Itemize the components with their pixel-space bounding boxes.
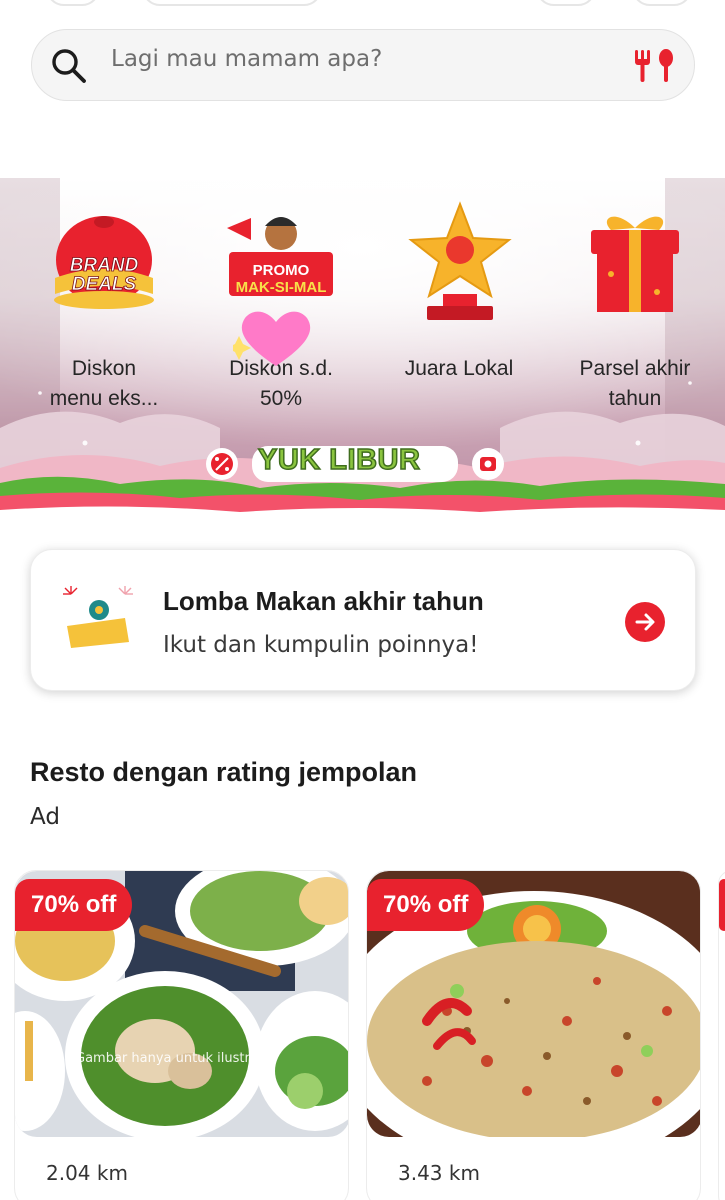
header-button-left[interactable] xyxy=(46,0,100,6)
gift-box-icon xyxy=(591,216,679,312)
discount-badge: 70% off xyxy=(15,879,133,931)
search-icon[interactable] xyxy=(50,47,88,85)
category-label: Juara Lokal xyxy=(404,357,514,380)
header-button-right-2[interactable] xyxy=(632,0,692,6)
discount-badge: 70% off xyxy=(367,879,485,931)
resto-photo: Gambar hanya untuk ilustrasi 70% off xyxy=(15,871,348,1137)
resto-card-peek[interactable] xyxy=(718,870,725,1200)
resto-distance: 2.04 km xyxy=(46,1161,128,1185)
arrow-right-icon xyxy=(635,613,655,631)
promo-art-line-2: MAK-SI-MAL xyxy=(235,279,327,296)
lomba-subtitle: Ikut dan kumpulin poinnya! xyxy=(163,632,479,658)
heart-sparkle-icon xyxy=(233,311,311,366)
resto-photo: 70% off xyxy=(367,871,700,1137)
section-title: Resto dengan rating jempolan xyxy=(30,757,418,787)
brand-deals-line-2: DEALS xyxy=(71,274,137,295)
resto-card[interactable]: 70% off 3.43 km xyxy=(366,870,701,1200)
lomba-arrow-button[interactable] xyxy=(625,602,665,642)
yuk-libur-text: YUK LIBUR xyxy=(257,443,421,477)
header-location-pill[interactable] xyxy=(142,0,322,6)
category-label: Diskon menu eks... xyxy=(49,357,159,410)
trophy-star-icon xyxy=(408,201,512,320)
fireworks-voucher-icon xyxy=(63,586,133,648)
lomba-title: Lomba Makan akhir tahun xyxy=(163,586,484,616)
lomba-makan-card[interactable]: Lomba Makan akhir tahun Ikut dan kumpuli… xyxy=(30,549,696,691)
cutlery-icon[interactable] xyxy=(632,48,678,84)
brand-deals-art-text: BRAND DEALS xyxy=(52,255,156,295)
illustration-note: Gambar hanya untuk ilustrasi xyxy=(75,1051,269,1066)
promo-banner: YUK LIBUR BRAND DEALS Diskon menu eks...… xyxy=(0,178,725,518)
category-label: Parsel akhir tahun xyxy=(579,357,691,410)
brand-deals-line-1: BRAND xyxy=(69,255,139,276)
logo-word-yuk: YUK xyxy=(257,443,321,477)
promo-art-text: PROMO MAK-SI-MAL xyxy=(229,262,333,296)
ad-label: Ad xyxy=(30,804,60,830)
promo-art-line-1: PROMO xyxy=(252,262,310,279)
resto-card[interactable]: Gambar hanya untuk ilustrasi 70% off 2.0… xyxy=(14,870,349,1200)
discount-badge-peek xyxy=(719,879,725,931)
search-input[interactable] xyxy=(111,46,591,72)
header-button-right-1[interactable] xyxy=(536,0,596,6)
logo-word-libur: LIBUR xyxy=(329,443,421,477)
resto-distance: 3.43 km xyxy=(398,1161,480,1185)
